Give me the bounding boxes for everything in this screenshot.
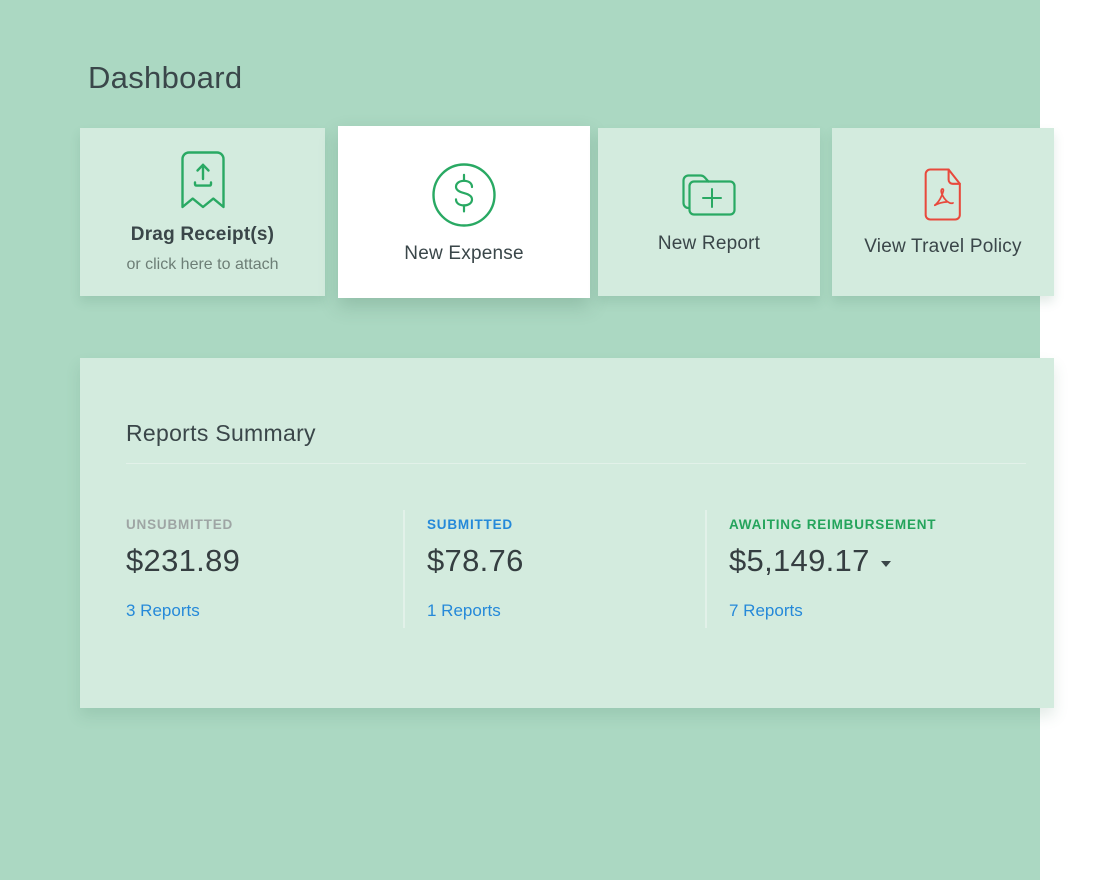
awaiting-amount-dropdown-trigger[interactable]: $5,149.17 (729, 544, 891, 578)
view-travel-policy-card[interactable]: View Travel Policy (832, 128, 1054, 296)
awaiting-reimbursement-label: AWAITING REIMBURSEMENT (729, 518, 936, 532)
dollar-circle-icon (431, 162, 497, 228)
drag-receipts-card[interactable]: Drag Receipt(s) or click here to attach (80, 128, 325, 296)
unsubmitted-label: UNSUBMITTED (126, 518, 233, 532)
awaiting-reports-link[interactable]: 7 Reports (729, 602, 803, 619)
summary-submitted: SUBMITTED $78.76 1 Reports (427, 510, 705, 619)
pdf-document-icon (924, 168, 962, 221)
unsubmitted-amount-row: $231.89 (126, 544, 240, 578)
summary-divider (403, 510, 405, 628)
drag-receipts-label: Drag Receipt(s) (131, 225, 274, 244)
view-travel-policy-label: View Travel Policy (864, 237, 1021, 256)
submitted-amount: $78.76 (427, 544, 524, 578)
drag-receipts-sublabel: or click here to attach (126, 257, 278, 273)
receipt-upload-icon (181, 151, 225, 209)
summary-awaiting-reimbursement: AWAITING REIMBURSEMENT $5,149.17 7 Repor… (729, 510, 936, 619)
unsubmitted-reports-link[interactable]: 3 Reports (126, 602, 200, 619)
summary-unsubmitted: UNSUBMITTED $231.89 3 Reports (126, 510, 403, 619)
new-report-card[interactable]: New Report (598, 128, 820, 296)
reports-summary-panel: Reports Summary UNSUBMITTED $231.89 3 Re… (80, 358, 1054, 708)
panel-divider (126, 463, 1026, 464)
new-expense-label: New Expense (404, 244, 523, 263)
awaiting-amount: $5,149.17 (729, 544, 870, 578)
submitted-amount-row: $78.76 (427, 544, 524, 578)
summary-row: UNSUBMITTED $231.89 3 Reports SUBMITTED … (126, 510, 1026, 628)
submitted-reports-link[interactable]: 1 Reports (427, 602, 501, 619)
folder-plus-icon (680, 172, 738, 218)
summary-divider (705, 510, 707, 628)
chevron-down-icon (881, 561, 891, 567)
unsubmitted-amount: $231.89 (126, 544, 240, 578)
new-expense-card[interactable]: New Expense (338, 126, 590, 298)
new-report-label: New Report (658, 234, 760, 253)
page-title: Dashboard (88, 60, 242, 96)
submitted-label: SUBMITTED (427, 518, 513, 532)
reports-summary-title: Reports Summary (126, 420, 316, 447)
